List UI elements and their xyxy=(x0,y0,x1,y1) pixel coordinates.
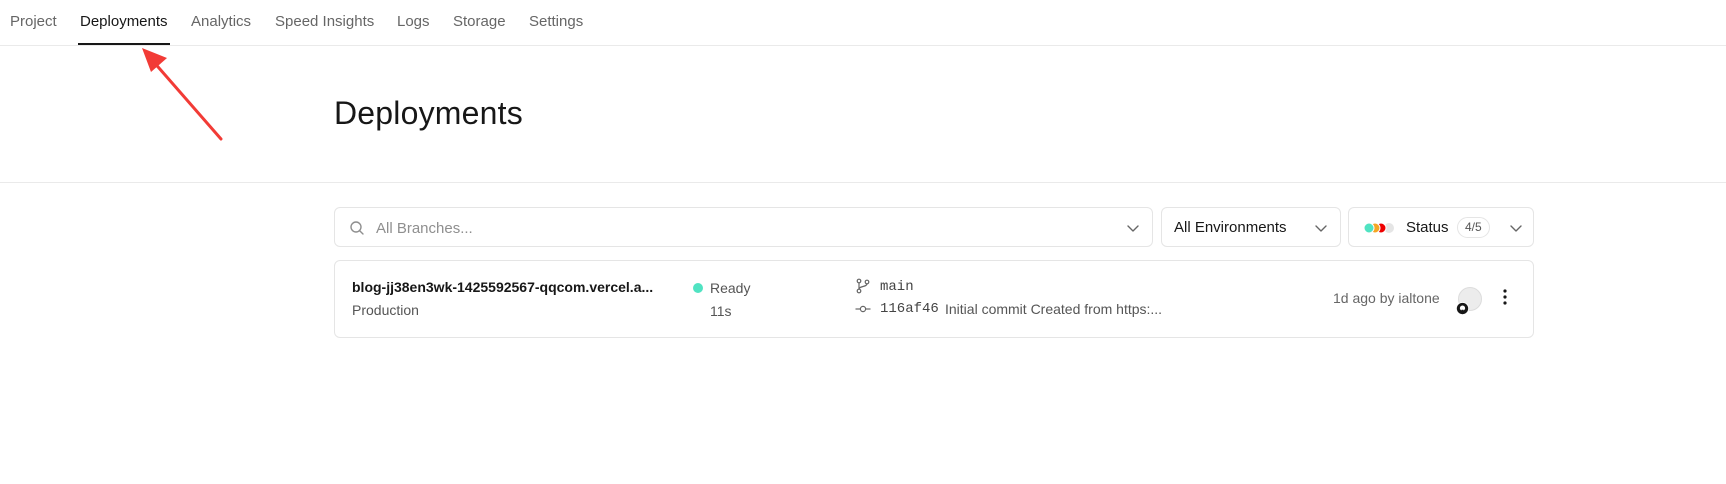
commit-hash[interactable]: 116af46 xyxy=(880,301,939,317)
status-indicator xyxy=(693,283,703,293)
deployment-meta: 1d ago by ialtone xyxy=(1333,290,1440,306)
chevron-down-icon[interactable] xyxy=(1126,221,1140,235)
deployment-duration: 11s xyxy=(710,303,732,319)
tab-settings[interactable]: Settings xyxy=(529,13,583,30)
chevron-down-icon xyxy=(1510,225,1522,232)
deployment-row[interactable]: blog-jj38en3wk-1425592567-qqcom.vercel.a… xyxy=(334,260,1534,338)
active-tab-indicator xyxy=(78,43,170,45)
status-colors-icon xyxy=(1363,222,1394,234)
environment-select-value: All Environments xyxy=(1174,219,1287,236)
branch-search-input[interactable] xyxy=(376,217,1096,239)
more-vertical-icon[interactable] xyxy=(1501,288,1509,306)
deployment-url[interactable]: blog-jj38en3wk-1425592567-qqcom.vercel.a… xyxy=(352,279,653,295)
environment-select[interactable]: All Environments xyxy=(1161,207,1341,247)
github-icon xyxy=(1456,302,1469,315)
status-filter[interactable]: Status 4/5 xyxy=(1348,207,1534,247)
tab-storage[interactable]: Storage xyxy=(453,13,506,30)
status-filter-label: Status xyxy=(1406,219,1449,236)
header-divider xyxy=(0,182,1726,183)
top-nav: Project Deployments Analytics Speed Insi… xyxy=(0,0,1726,46)
deployment-environment: Production xyxy=(352,302,419,318)
git-branch-icon xyxy=(856,278,870,294)
tab-project[interactable]: Project xyxy=(10,13,57,30)
chevron-down-icon xyxy=(1315,225,1327,232)
branch-name[interactable]: main xyxy=(880,279,914,295)
page-title: Deployments xyxy=(334,95,523,131)
branch-filter[interactable] xyxy=(334,207,1153,247)
tab-analytics[interactable]: Analytics xyxy=(191,13,251,30)
search-icon xyxy=(350,221,364,235)
commit-message[interactable]: Initial commit Created from https:... xyxy=(945,301,1162,317)
tab-logs[interactable]: Logs xyxy=(397,13,430,30)
tab-speed-insights[interactable]: Speed Insights xyxy=(275,13,374,30)
deployment-status: Ready xyxy=(710,280,751,296)
status-count-badge: 4/5 xyxy=(1457,217,1490,238)
git-commit-icon xyxy=(855,305,871,313)
tab-deployments[interactable]: Deployments xyxy=(80,13,168,30)
